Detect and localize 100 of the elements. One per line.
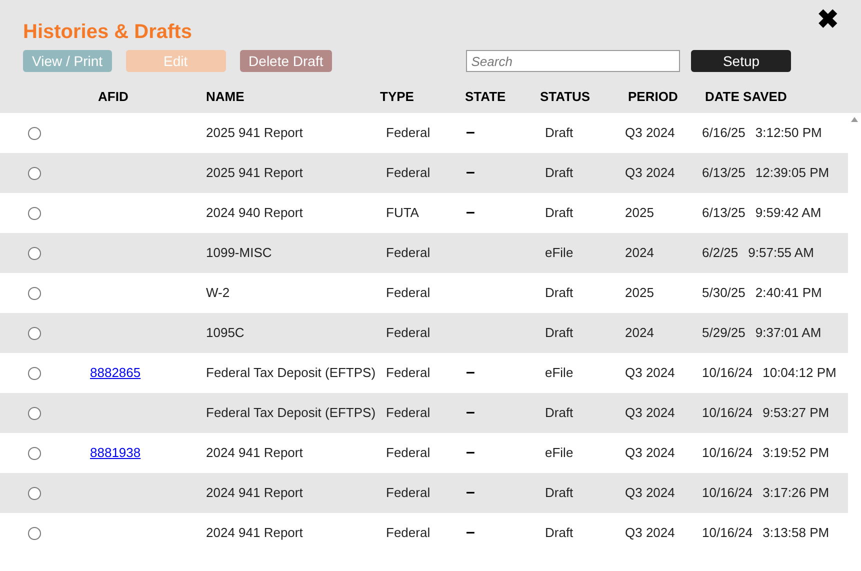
radio-button[interactable] — [28, 326, 40, 340]
table-cell-text: 10/16/24 — [702, 524, 753, 542]
table-cell: 2025 941 Report — [206, 165, 303, 180]
radio-button[interactable] — [28, 406, 40, 420]
scroll-up-arrow-icon[interactable] — [851, 117, 858, 122]
table-cell-text: 10:04:12 PM — [762, 364, 836, 382]
table-cell-text: 10/16/24 — [702, 364, 753, 382]
table-cell: Federal Tax Deposit (EFTPS) — [206, 405, 376, 420]
table-cell: – — [466, 524, 475, 541]
table-cell: 2024 941 Report — [206, 485, 303, 500]
table-cell: Federal — [386, 525, 430, 540]
dialog-title: Histories & Drafts — [23, 20, 192, 45]
afid-link[interactable]: 8882865 — [90, 365, 141, 380]
radio-button[interactable] — [28, 486, 40, 500]
radio-button[interactable] — [28, 206, 40, 220]
table-cell-text: 3:19:52 PM — [762, 444, 830, 462]
table-row[interactable]: 1095C Federal Draft 2024 5/29/25 9:37:01 AM — [0, 313, 848, 353]
table-cell: 2024 941 Report — [206, 445, 303, 460]
table-cell: Draft — [545, 525, 574, 540]
table-row[interactable]: 2025 941 Report Federal – Draft Q3 2024 6/13/25 12:39:05 PM — [0, 153, 848, 193]
setup-button[interactable]: Setup — [691, 50, 792, 72]
table-cell: Federal — [386, 125, 430, 140]
table-cell: 2024 — [625, 245, 654, 260]
table-row[interactable]: 2024 941 Report Federal – Draft Q3 2024 10/16/24 3:17:26 PM — [0, 473, 848, 513]
column-header: AFID — [98, 89, 128, 104]
table-cell-text: 6/13/25 — [702, 164, 746, 182]
column-header: TYPE — [380, 89, 414, 104]
table-cell: – — [466, 204, 475, 221]
column-header: NAME — [206, 89, 244, 104]
column-header: STATUS — [540, 89, 590, 104]
table-cell: Draft — [545, 485, 574, 500]
table-cell-text: 10/16/24 — [702, 484, 753, 502]
table-cell: Federal Tax Deposit (EFTPS) — [206, 365, 376, 380]
table-cell-text: 2:40:41 PM — [755, 284, 822, 302]
table-cell: Q3 2024 — [625, 405, 675, 420]
table-cell: Draft — [545, 125, 574, 140]
table-cell: 1099-MISC — [206, 245, 272, 260]
table-cell: Federal — [386, 365, 430, 380]
table-cell: 2025 — [625, 285, 654, 300]
table-cell: W-2 — [206, 285, 230, 300]
table-cell: – — [466, 124, 475, 141]
table-cell-text: 9:37:01 AM — [755, 324, 822, 342]
column-header: PERIOD — [628, 89, 678, 104]
table-cell: 2025 941 Report — [206, 125, 303, 140]
close-button[interactable]: ✖ — [817, 6, 839, 32]
radio-button[interactable] — [28, 166, 40, 180]
radio-button[interactable] — [28, 246, 40, 260]
table-cell: Federal — [386, 325, 430, 340]
table-cell: 2024 940 Report — [206, 205, 303, 220]
table-cell: eFile — [545, 245, 574, 260]
afid-link[interactable]: 8881938 — [90, 445, 141, 460]
table-cell: 1095C — [206, 325, 244, 340]
table-cell: eFile — [545, 445, 574, 460]
table-cell: FUTA — [386, 205, 419, 220]
table-cell: 2024 941 Report — [206, 525, 303, 540]
table-cell: Q3 2024 — [625, 525, 675, 540]
table-cell: 2024 — [625, 325, 654, 340]
table-cell: Federal — [386, 245, 430, 260]
table-row[interactable]: Federal Tax Deposit (EFTPS) Federal – Draft Q3 2024 10/16/24 9:53:27 PM — [0, 393, 848, 433]
column-header: STATE — [465, 89, 506, 104]
table-cell-text: 3:13:58 PM — [762, 524, 830, 542]
table-cell-text: 6/16/25 — [702, 124, 746, 142]
table-cell: – — [466, 404, 475, 421]
table-cell: Federal — [386, 485, 430, 500]
table-cell-text: 6/13/25 — [702, 204, 746, 222]
table-cell: Q3 2024 — [625, 165, 675, 180]
table-cell: Q3 2024 — [625, 485, 675, 500]
table-cell-text: 10/16/24 — [702, 444, 753, 462]
radio-button[interactable] — [28, 526, 40, 540]
table-row[interactable]: 1099-MISC Federal eFile 2024 6/2/25 9:57:55 AM — [0, 233, 848, 273]
table-cell: Q3 2024 — [625, 125, 675, 140]
table-cell: Draft — [545, 205, 574, 220]
table-cell: 2025 — [625, 205, 654, 220]
table-cell: Draft — [545, 405, 574, 420]
table-cell: Draft — [545, 325, 574, 340]
column-header: DATE SAVED — [705, 89, 787, 104]
radio-button[interactable] — [28, 126, 40, 140]
table-cell: Federal — [386, 165, 430, 180]
table-cell-text: 6/2/25 — [702, 244, 738, 262]
table-cell: Draft — [545, 285, 574, 300]
table-cell-text: 12:39:05 PM — [755, 164, 830, 182]
table-cell-text: 10/16/24 — [702, 404, 753, 422]
table-cell-text: 5/30/25 — [702, 284, 746, 302]
radio-button[interactable] — [28, 366, 40, 380]
table-cell: Draft — [545, 165, 574, 180]
table-cell: Federal — [386, 405, 430, 420]
table-cell-text: 9:57:55 AM — [748, 244, 814, 262]
table-cell: Q3 2024 — [625, 365, 675, 380]
radio-button[interactable] — [28, 286, 40, 300]
table-cell: – — [466, 444, 475, 461]
table-cell: Federal — [386, 285, 430, 300]
table-cell-text: 5/29/25 — [702, 324, 746, 342]
table-cell: Federal — [386, 445, 430, 460]
radio-button[interactable] — [28, 446, 40, 460]
table-cell: – — [466, 164, 475, 181]
search-field[interactable]: Search — [466, 50, 680, 72]
table-cell: eFile — [545, 365, 574, 380]
table-cell: – — [466, 484, 475, 501]
table-cell-text: 3:12:50 PM — [755, 124, 822, 142]
table-cell: Q3 2024 — [625, 445, 675, 460]
